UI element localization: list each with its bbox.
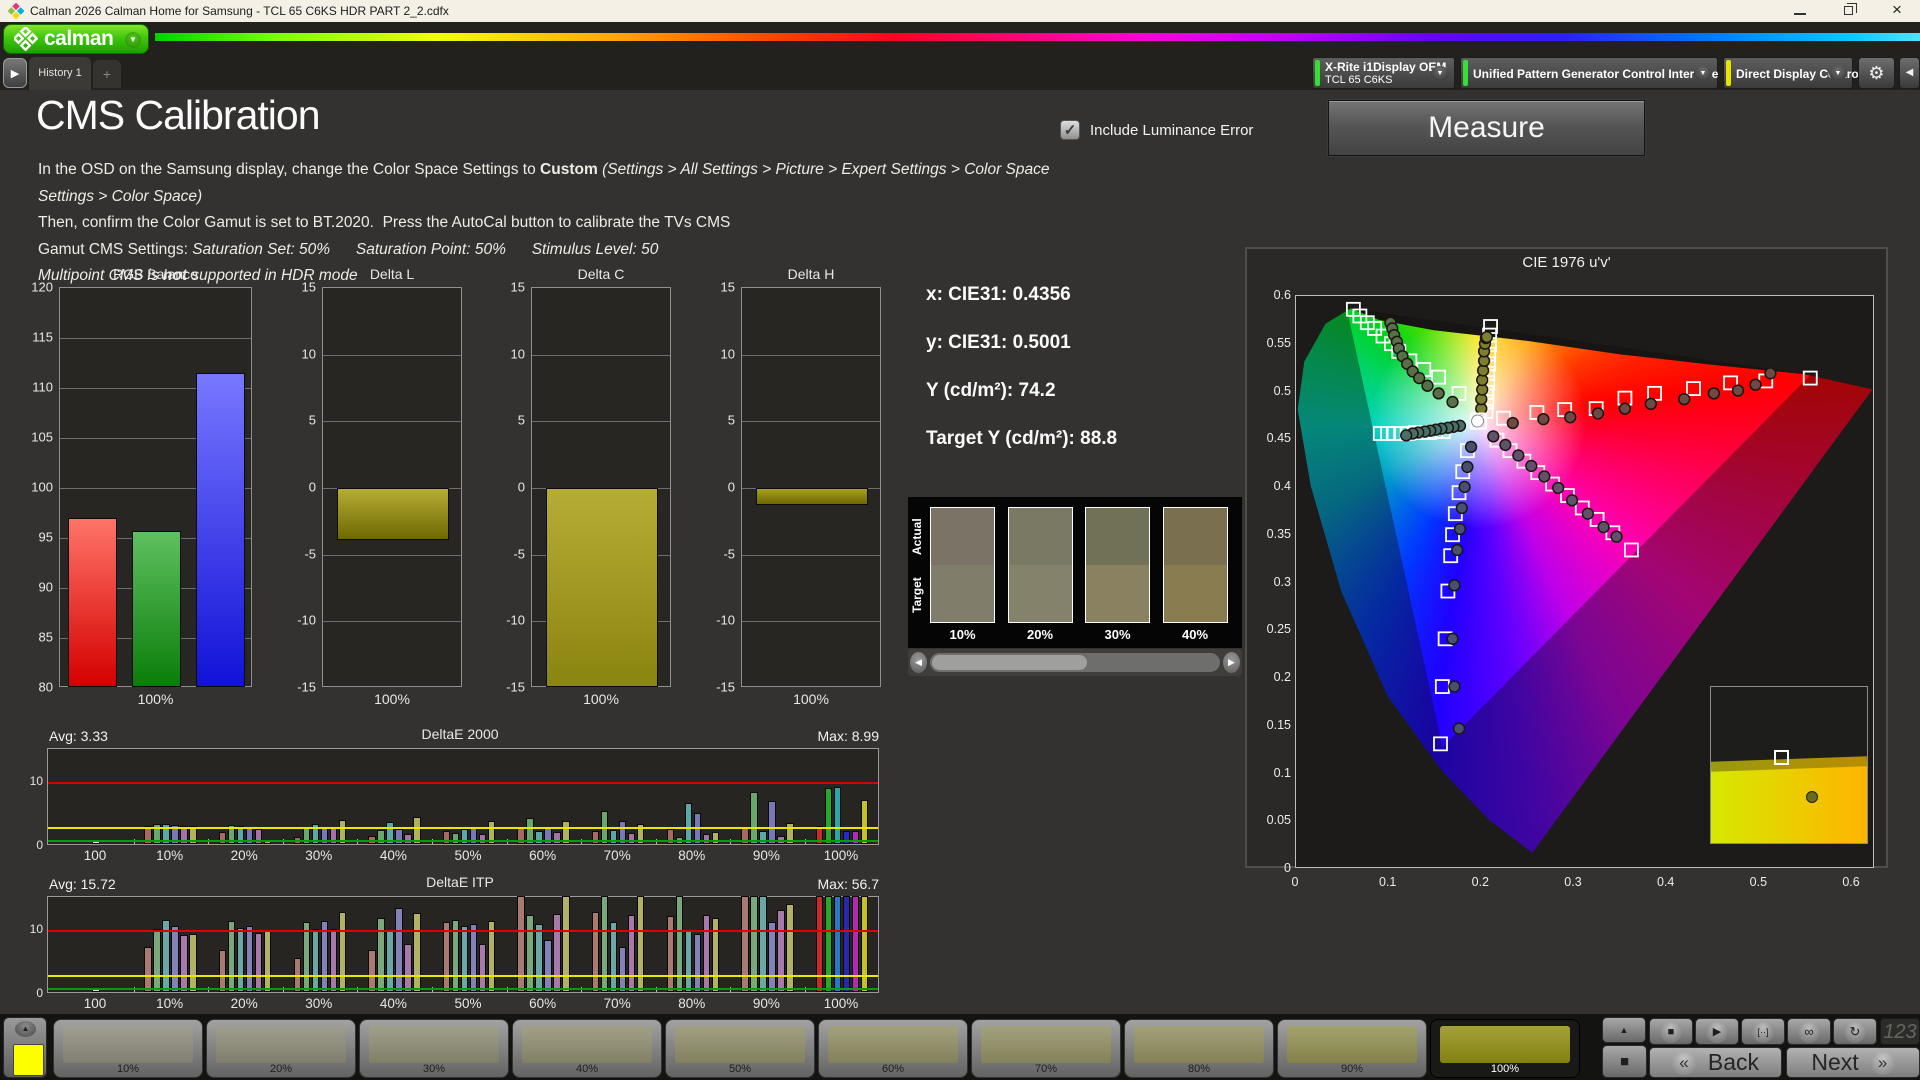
calman-window: Calman 2026 Calman Home for Samsung - TC… [0,0,1920,1080]
window-layout-button[interactable]: ■ [1602,1045,1647,1078]
meter-line2: TCL 65 C6KS [1325,74,1392,86]
source-dropdown[interactable]: Unified Pattern Generator Control Interf… [1460,57,1718,89]
up-icon: ▲ [1620,1025,1629,1035]
page-title: CMS Calibration [36,92,320,139]
delta-h-chart: Delta H151050-5-10-15100% [711,266,885,708]
gear-icon: ⚙ [1868,63,1884,83]
scroll-left-icon[interactable]: ◀ [910,652,927,673]
pattern-patch-30%[interactable]: 30% [359,1019,509,1078]
delta-c-chart: Delta C151050-5-10-15100% [501,266,675,708]
deltae-itp-chart: DeltaE ITPAvg: 15.72Max: 56.710010010%20… [35,874,885,1014]
settings-button[interactable]: ⚙ [1858,57,1895,89]
deltae-2000-chart: DeltaE 2000Avg: 3.33Max: 8.9910010010%20… [35,726,885,866]
calman-diamond-icon [14,27,38,51]
pattern-patch-50%[interactable]: 50% [665,1019,815,1078]
pattern-patch-90%[interactable]: 90% [1277,1019,1427,1078]
layout-icon: ■ [1620,1053,1629,1070]
back-icon: « [1672,1051,1696,1075]
display-dropdown[interactable]: Direct Display Control ▼ [1723,57,1853,89]
current-pattern-swatch [13,1044,44,1076]
rgb-balance-chart: RGB Balance12011511010510095908580100% [28,266,258,708]
cie-zoom-inset [1710,686,1868,844]
include-luminance-error[interactable]: ✓ Include Luminance Error [1060,120,1253,140]
calman-menu-button[interactable]: calman ▼ [3,24,149,54]
measure-button[interactable]: Measure [1328,100,1645,156]
swatch-scrollbar[interactable]: ◀ ▶ [908,649,1242,676]
tab-scroll-button[interactable]: ▶ [3,58,27,88]
close-button[interactable]: × [1874,0,1920,22]
window-title: Calman 2026 Calman Home for Samsung - TC… [30,0,449,22]
refresh-icon: ↻ [1844,1021,1866,1043]
pattern-patch-80%[interactable]: 80% [1124,1019,1274,1078]
play-icon: ▶ [1706,1021,1728,1043]
rainbow-strip [155,33,1920,41]
pattern-patch-70%[interactable]: 70% [971,1019,1121,1078]
chevron-left-icon: ◀ [1906,67,1914,78]
cie-1976-chart: CIE 1976 u'v' 00.10.20.30.40.50.600.050.… [1245,247,1888,868]
pattern-bar: ▲ 10%20%30%40%50%60%70%80%90%100% ▲ ■ ■ … [0,1014,1920,1080]
current-pattern-widget[interactable]: ▲ [3,1017,47,1078]
delta-l-chart: Delta L151050-5-10-15100% [292,266,466,708]
back-label: Back [1708,1049,1759,1076]
readout-y: y: CIE31: 0.5001 [926,332,1117,354]
pattern-patch-20%[interactable]: 20% [206,1019,356,1078]
transport-up-button[interactable]: ▲ [1602,1017,1646,1043]
loop-icon: ∞ [1798,1021,1820,1043]
luminance-checkbox-label: Include Luminance Error [1090,122,1253,139]
tab-add-button[interactable]: + [93,60,121,88]
interval-icon: [··] [1752,1021,1774,1043]
scroll-track[interactable] [930,653,1220,672]
inset-gradient [1711,763,1867,843]
meter-chevron-icon[interactable]: ▼ [1431,66,1449,81]
source-chevron-icon[interactable]: ▼ [1694,66,1712,81]
readout-x: x: CIE31: 0.4356 [926,284,1117,306]
source-status [1463,60,1468,86]
source-line1: Unified Pattern Generator Control Interf… [1473,58,1718,90]
luminance-checkbox[interactable]: ✓ [1060,120,1080,140]
minimize-button[interactable] [1777,0,1823,22]
scroll-thumb[interactable] [932,655,1087,670]
pattern-patch-10%[interactable]: 10% [53,1019,203,1078]
pattern-up-icon[interactable]: ▲ [15,1021,36,1037]
next-button[interactable]: Next » [1786,1047,1920,1078]
calman-menu-chevron-icon[interactable]: ▼ [125,32,141,48]
measurement-readouts: x: CIE31: 0.4356 y: CIE31: 0.5001 Y (cd/… [926,284,1117,476]
display-status [1726,60,1731,86]
pattern-patch-40%[interactable]: 40% [512,1019,662,1078]
restore-icon [1844,6,1853,15]
display-chevron-icon[interactable]: ▼ [1829,66,1847,81]
interval-button[interactable]: [··] [1741,1018,1785,1045]
loop-button[interactable]: ∞ [1787,1018,1831,1045]
meter-line1: X-Rite i1Display OEM [1325,60,1446,74]
scroll-right-icon[interactable]: ▶ [1223,652,1240,673]
next-label: Next [1811,1049,1858,1076]
refresh-button[interactable]: ↻ [1833,1018,1877,1045]
meter-status [1315,60,1320,86]
inset-target-square [1774,750,1789,765]
app-icon [8,3,24,19]
pattern-patch-60%[interactable]: 60% [818,1019,968,1078]
numeric-pattern-button[interactable]: 123 [1880,1018,1920,1045]
readout-target-luminance: Target Y (cd/m²): 88.8 [926,428,1117,450]
stop-button[interactable]: ■ [1649,1018,1693,1045]
inset-measured-point [1806,791,1818,803]
tab-history-1[interactable]: History 1 [29,57,91,90]
readout-luminance: Y (cd/m²): 74.2 [926,380,1117,402]
title-bar: Calman 2026 Calman Home for Samsung - TC… [0,0,1920,22]
header-band: calman ▼ ▶ History 1 + X-Rite i1Display … [0,22,1920,90]
restore-button[interactable] [1826,0,1872,22]
meter-dropdown[interactable]: X-Rite i1Display OEM TCL 65 C6KS ▼ [1312,57,1455,89]
next-icon: » [1871,1051,1895,1075]
minimize-icon [1794,13,1806,15]
calman-wordmark: calman [44,27,113,51]
back-button[interactable]: « Back [1649,1047,1782,1078]
pattern-patch-100%[interactable]: 100% [1430,1019,1580,1078]
play-button[interactable]: ▶ [1695,1018,1739,1045]
collapse-panel-button[interactable]: ◀ [1899,57,1920,89]
stop-icon: ■ [1660,1021,1682,1043]
actual-target-panel: ActualTarget10%20%30%40% [908,497,1242,648]
